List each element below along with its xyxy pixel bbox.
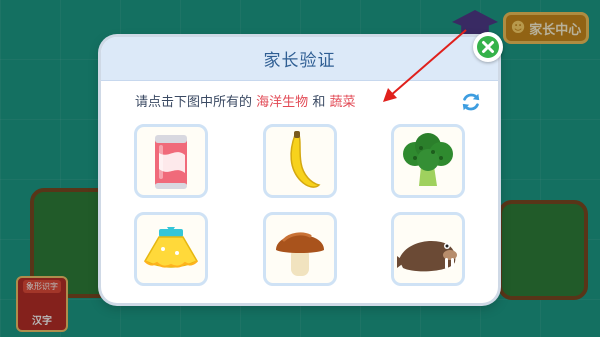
walrus-icon <box>397 240 457 272</box>
instruction-joiner: 和 <box>312 95 326 110</box>
broccoli-icon <box>403 133 453 186</box>
choice-grid <box>134 124 468 287</box>
dialog-title: 家长验证 <box>263 51 336 71</box>
parent-verification-dialog: 家长验证 请点击下图中所有的 海洋生物 和 蔬菜 <box>101 37 498 303</box>
close-icon <box>477 36 499 58</box>
instruction-prefix: 请点击下图中所有的 <box>135 95 253 110</box>
target-category-sea-life: 海洋生物 <box>256 95 309 110</box>
banana-icon <box>290 131 321 188</box>
target-category-vegetables: 蔬菜 <box>329 95 356 110</box>
mushroom-icon <box>276 232 324 276</box>
dialog-header: 家长验证 <box>101 37 498 81</box>
choice-broccoli[interactable] <box>391 124 465 198</box>
refresh-icon <box>462 93 480 111</box>
instruction-text: 请点击下图中所有的 海洋生物 和 蔬菜 <box>135 91 355 110</box>
soda-can-icon <box>155 135 187 189</box>
refresh-button[interactable] <box>459 90 483 114</box>
choice-mushroom[interactable] <box>263 212 337 286</box>
choice-tutu-skirt[interactable] <box>134 212 208 286</box>
tutu-skirt-icon <box>143 227 199 268</box>
close-button[interactable] <box>473 32 503 62</box>
choice-banana[interactable] <box>263 124 337 198</box>
choice-soda-can[interactable] <box>134 124 208 198</box>
choice-walrus[interactable] <box>391 212 465 286</box>
